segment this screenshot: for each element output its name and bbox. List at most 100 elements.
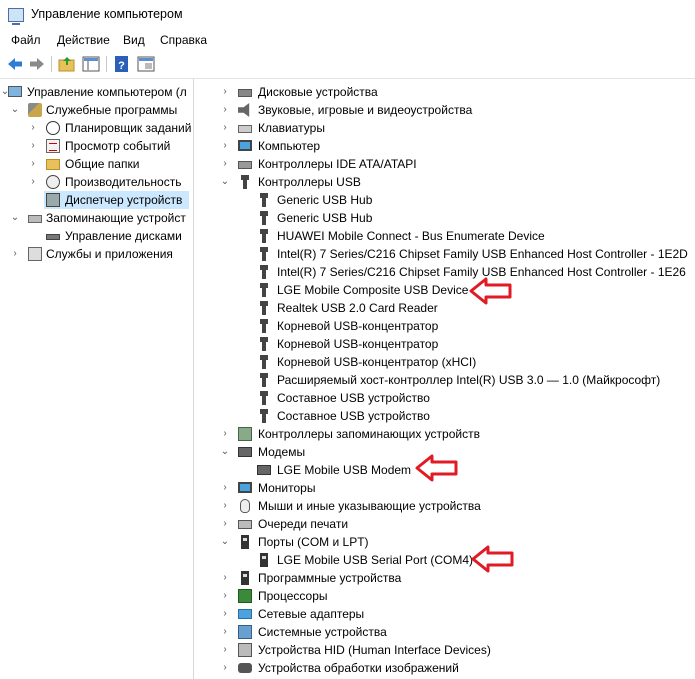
collapse-arrow-icon[interactable]: ⌄ — [220, 533, 230, 551]
tree-item-label: Расширяемый хост-контроллер Intel(R) USB… — [277, 373, 661, 387]
tree-item-task-scheduler[interactable]: › Планировщик заданий — [0, 119, 193, 137]
expand-arrow-icon[interactable]: › — [220, 659, 230, 677]
device-item[interactable]: Generic USB Hub — [196, 191, 695, 209]
menu-help[interactable]: Справка — [160, 33, 207, 47]
device-item[interactable]: Составное USB устройство — [196, 389, 695, 407]
tree-item-system-tools[interactable]: ⌄ Служебные программы — [0, 101, 193, 119]
menu-action[interactable]: Действие — [57, 33, 110, 47]
expand-arrow-icon[interactable]: › — [220, 641, 230, 659]
expand-arrow-icon[interactable]: › — [28, 137, 38, 155]
expand-arrow-icon[interactable]: › — [220, 497, 230, 515]
tree-item-event-viewer[interactable]: › Просмотр событий — [0, 137, 193, 155]
device-item[interactable]: Realtek USB 2.0 Card Reader — [196, 299, 695, 317]
tree-item-label: Сетевые адаптеры — [258, 607, 365, 621]
forward-icon[interactable] — [28, 55, 46, 73]
tree-item-performance[interactable]: › Производительность — [0, 173, 193, 191]
tree-item-label: Составное USB устройство — [277, 409, 430, 423]
category-computer[interactable]: › Компьютер — [196, 137, 695, 155]
expand-arrow-icon[interactable]: › — [220, 587, 230, 605]
device-item[interactable]: Intel(R) 7 Series/C216 Chipset Family US… — [196, 245, 695, 263]
category-mice[interactable]: › Мыши и иные указывающие устройства — [196, 497, 695, 515]
red-arrow-annotation-icon — [471, 545, 514, 573]
tree-item-label: Клавиатуры — [258, 121, 325, 135]
help-icon[interactable]: ? — [113, 55, 131, 73]
task-scheduler-icon — [46, 121, 60, 135]
expand-arrow-icon[interactable]: › — [220, 515, 230, 533]
shared-folders-icon — [46, 159, 60, 170]
usb-icon — [257, 265, 271, 279]
navigation-tree: ⌄ Управление компьютером (л ⌄ Служебные … — [0, 79, 194, 679]
category-hid[interactable]: › Устройства HID (Human Interface Device… — [196, 641, 695, 659]
device-item-lge-serial-port[interactable]: LGE Mobile USB Serial Port (COM4) — [196, 551, 695, 569]
tree-item-services[interactable]: › Службы и приложения — [0, 245, 193, 263]
tree-item-storage[interactable]: ⌄ Запоминающие устройст — [0, 209, 193, 227]
expand-arrow-icon[interactable]: › — [220, 479, 230, 497]
system-tools-icon — [28, 103, 42, 117]
expand-arrow-icon[interactable]: › — [28, 155, 38, 173]
category-sound-devices[interactable]: › Звуковые, игровые и видеоустройства — [196, 101, 695, 119]
category-keyboards[interactable]: › Клавиатуры — [196, 119, 695, 137]
expand-arrow-icon[interactable]: › — [220, 425, 230, 443]
performance-icon — [46, 175, 60, 189]
tree-item-label: Корневой USB-концентратор — [277, 319, 439, 333]
device-item[interactable]: Составное USB устройство — [196, 407, 695, 425]
expand-arrow-icon[interactable]: › — [10, 245, 20, 263]
device-item[interactable]: HUAWEI Mobile Connect - Bus Enumerate De… — [196, 227, 695, 245]
collapse-arrow-icon[interactable]: ⌄ — [220, 173, 230, 191]
category-usb-controllers[interactable]: ⌄ Контроллеры USB — [196, 173, 695, 191]
device-item-lge-composite[interactable]: LGE Mobile Composite USB Device — [196, 281, 695, 299]
device-item[interactable]: Корневой USB-концентратор — [196, 335, 695, 353]
red-arrow-annotation-icon — [415, 454, 458, 482]
back-icon[interactable] — [6, 55, 24, 73]
tree-item-shared-folders[interactable]: › Общие папки — [0, 155, 193, 173]
device-tree: › Дисковые устройства › Звуковые, игровы… — [196, 79, 695, 679]
category-disk-drives[interactable]: › Дисковые устройства — [196, 83, 695, 101]
collapse-arrow-icon[interactable]: ⌄ — [10, 209, 20, 227]
device-item[interactable]: Generic USB Hub — [196, 209, 695, 227]
menu-view[interactable]: Вид — [123, 33, 145, 47]
tree-item-label: Generic USB Hub — [277, 211, 373, 225]
tree-item-label: LGE Mobile USB Modem — [277, 463, 412, 477]
usb-icon — [257, 229, 271, 243]
collapse-arrow-icon[interactable]: ⌄ — [10, 101, 20, 119]
category-imaging-devices[interactable]: › Устройства обработки изображений — [196, 659, 695, 677]
storage-icon — [28, 215, 42, 223]
usb-icon — [257, 319, 271, 333]
device-item[interactable]: Корневой USB-концентратор (xHCI) — [196, 353, 695, 371]
expand-arrow-icon[interactable]: › — [220, 137, 230, 155]
properties-icon[interactable] — [137, 55, 155, 73]
expand-arrow-icon[interactable]: › — [220, 119, 230, 137]
category-system-devices[interactable]: › Системные устройства — [196, 623, 695, 641]
tree-item-computer-management[interactable]: ⌄ Управление компьютером (л — [0, 83, 193, 101]
device-manager-icon — [46, 193, 60, 207]
expand-arrow-icon[interactable]: › — [220, 605, 230, 623]
device-item[interactable]: Корневой USB-концентратор — [196, 317, 695, 335]
tree-item-label: Запоминающие устройст — [46, 211, 186, 225]
show-hide-tree-icon[interactable] — [82, 55, 100, 73]
tree-item-device-manager[interactable]: Диспетчер устройств — [44, 191, 189, 209]
category-processors[interactable]: › Процессоры — [196, 587, 695, 605]
keyboard-icon — [238, 125, 252, 133]
expand-arrow-icon[interactable]: › — [220, 83, 230, 101]
tree-item-label: Generic USB Hub — [277, 193, 373, 207]
category-ports[interactable]: ⌄ Порты (COM и LPT) — [196, 533, 695, 551]
device-item[interactable]: Расширяемый хост-контроллер Intel(R) USB… — [196, 371, 695, 389]
svg-text:?: ? — [118, 60, 125, 72]
category-storage-controllers[interactable]: › Контроллеры запоминающих устройств — [196, 425, 695, 443]
up-folder-icon[interactable] — [58, 55, 76, 73]
usb-icon — [257, 355, 271, 369]
category-software-devices[interactable]: › Программные устройства — [196, 569, 695, 587]
expand-arrow-icon[interactable]: › — [28, 119, 38, 137]
menu-file[interactable]: Файл — [11, 33, 41, 47]
device-item[interactable]: Intel(R) 7 Series/C216 Chipset Family US… — [196, 263, 695, 281]
category-print-queues[interactable]: › Очереди печати — [196, 515, 695, 533]
category-network-adapters[interactable]: › Сетевые адаптеры — [196, 605, 695, 623]
expand-arrow-icon[interactable]: › — [28, 173, 38, 191]
expand-arrow-icon[interactable]: › — [220, 101, 230, 119]
category-ide-controllers[interactable]: › Контроллеры IDE ATA/ATAPI — [196, 155, 695, 173]
expand-arrow-icon[interactable]: › — [220, 569, 230, 587]
expand-arrow-icon[interactable]: › — [220, 155, 230, 173]
tree-item-disk-management[interactable]: Управление дисками — [0, 227, 193, 245]
collapse-arrow-icon[interactable]: ⌄ — [220, 443, 230, 461]
expand-arrow-icon[interactable]: › — [220, 623, 230, 641]
